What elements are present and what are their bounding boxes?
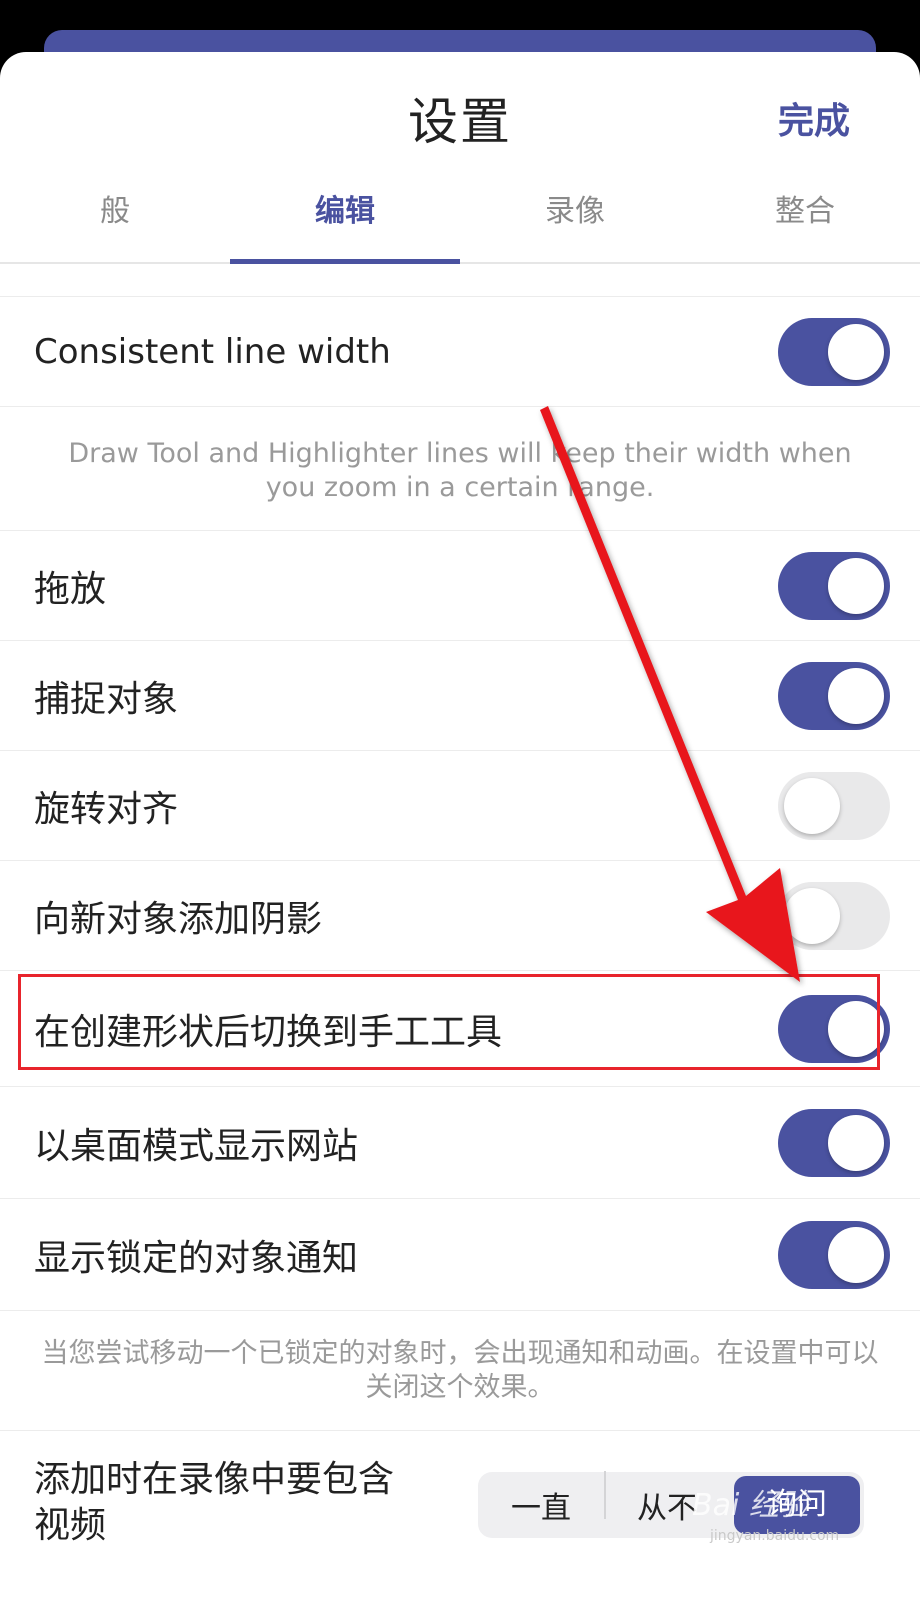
watermark-url: jingyan.baidu.com	[710, 1528, 840, 1544]
annotation-arrow-icon	[540, 406, 800, 982]
watermark-logo: Bai 经验	[692, 1488, 809, 1523]
